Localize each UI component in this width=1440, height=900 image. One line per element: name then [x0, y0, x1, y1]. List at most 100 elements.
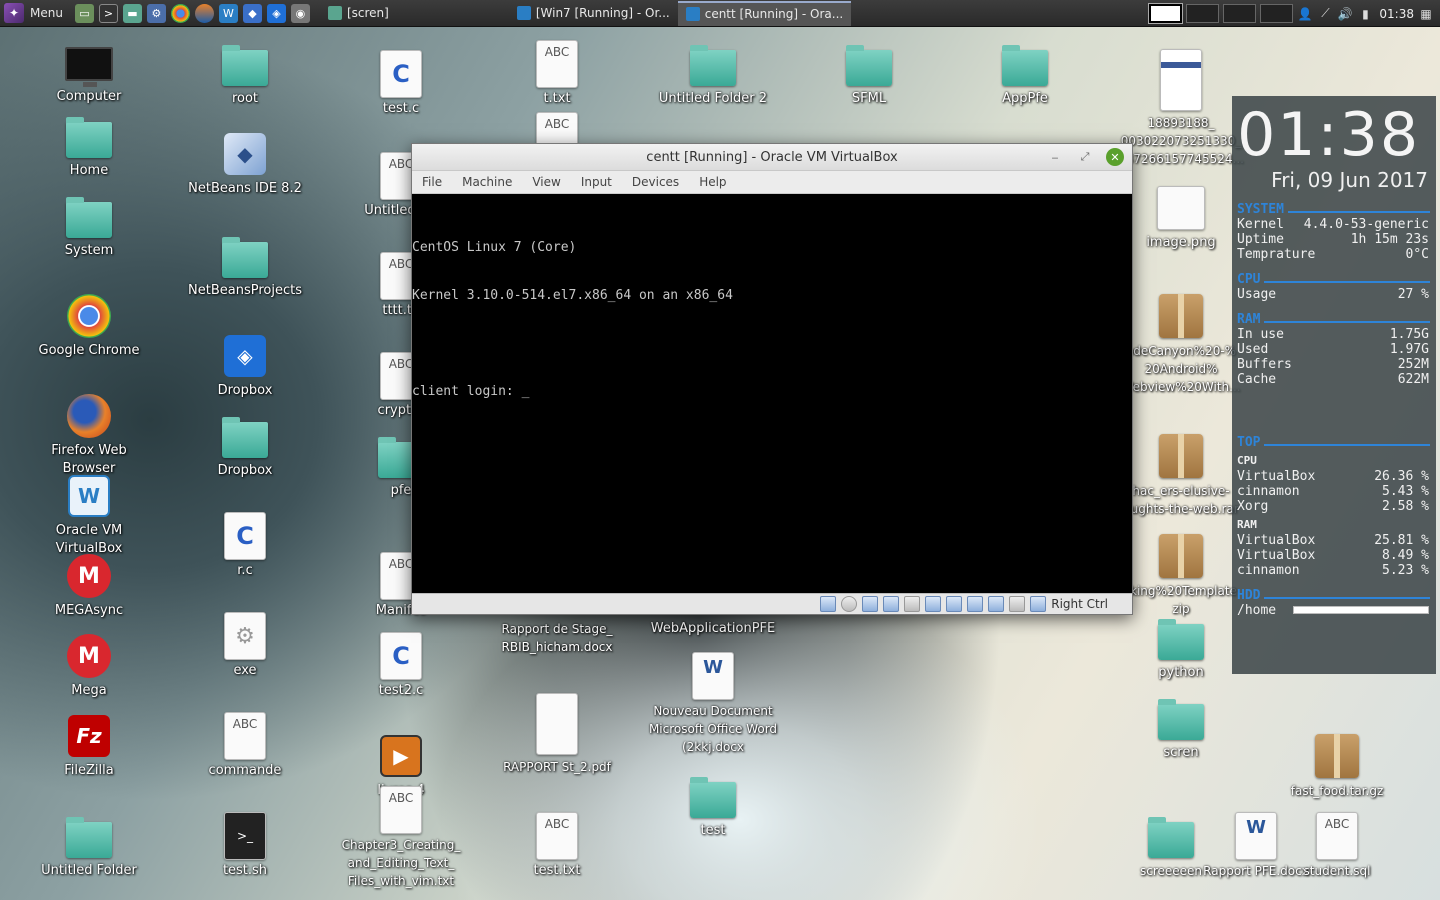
- battery-icon[interactable]: ▮: [1357, 6, 1373, 22]
- desktop-icon-exe[interactable]: ⚙ exe: [180, 612, 310, 680]
- menu-view[interactable]: View: [522, 175, 570, 189]
- desktop-icon-commande[interactable]: ABC commande: [180, 712, 310, 780]
- workspace-1[interactable]: [1148, 3, 1184, 24]
- desktop-icon-chapter3[interactable]: ABC Chapter3_Creating_ and_Editing_Text_…: [336, 786, 466, 890]
- display-icon[interactable]: [946, 596, 963, 612]
- user-icon[interactable]: 👤: [1297, 6, 1313, 22]
- vm-console[interactable]: CentOS Linux 7 (Core) Kernel 3.10.0-514.…: [412, 194, 1132, 594]
- recording-icon[interactable]: [967, 596, 984, 612]
- desktop-icon-megasync[interactable]: M MEGAsync: [24, 552, 154, 620]
- text-file-icon: ABC: [380, 786, 422, 834]
- desktop-icon-mega[interactable]: M Mega: [24, 632, 154, 700]
- desktop-icon-rc[interactable]: C r.c: [180, 512, 310, 580]
- desktop-icon-test-sh[interactable]: >_ test.sh: [180, 812, 310, 880]
- desktop-icon-netbeans-projects[interactable]: NetBeansProjects: [180, 232, 310, 300]
- dropbox-icon[interactable]: ◈: [266, 3, 286, 23]
- desktop-icon-dropbox-app[interactable]: ◈ Dropbox: [180, 332, 310, 400]
- desktop-icon-fast-food[interactable]: fast_food.tar.gz: [1282, 732, 1392, 800]
- desktop-icon-rapport-stage[interactable]: Rapport de Stage_ RBIB_hicham.docx: [492, 618, 622, 656]
- virtualbox-icon[interactable]: W: [218, 3, 238, 23]
- workspace-2[interactable]: [1186, 4, 1220, 23]
- desktop-icon-webapp[interactable]: WebApplicationPFE: [648, 618, 778, 638]
- desktop-icon-t-txt[interactable]: ABC t.txt: [492, 40, 622, 108]
- computer-icon: [65, 47, 113, 87]
- desktop-icon-scren[interactable]: scren: [1116, 694, 1246, 762]
- desktop-icon-sfml[interactable]: SFML: [804, 40, 934, 108]
- desktop-icon-system[interactable]: System: [24, 192, 154, 260]
- window-titlebar[interactable]: centt [Running] - Oracle VM VirtualBox ‒…: [412, 144, 1132, 171]
- task-scren[interactable]: [scren]: [320, 1, 397, 26]
- camera-icon[interactable]: ◉: [290, 3, 310, 23]
- desktop-icon-home[interactable]: Home: [24, 112, 154, 180]
- desktop-icon-computer[interactable]: Computer: [24, 38, 154, 106]
- archive-icon: [1315, 734, 1359, 778]
- menu-file[interactable]: File: [412, 175, 452, 189]
- desktop-icon-image-png[interactable]: image.png: [1116, 184, 1246, 252]
- conky-date: Fri, 09 Jun 2017: [1271, 168, 1428, 192]
- conky-top-cpu-row: VirtualBox 26.36 %: [1237, 469, 1429, 484]
- menu-label: Menu: [30, 6, 63, 20]
- task-centt[interactable]: centt [Running] - Ora...: [677, 0, 852, 26]
- network-icon[interactable]: ⟋: [1317, 6, 1333, 22]
- desktop-icon-root[interactable]: root: [180, 40, 310, 108]
- audio-icon[interactable]: [862, 596, 879, 612]
- files-icon[interactable]: ▬: [122, 3, 142, 23]
- task-win7[interactable]: [Win7 [Running] - Or...: [509, 1, 678, 26]
- desktop-icon-appfe[interactable]: AppPfe: [960, 40, 1090, 108]
- desktop-icon-python[interactable]: python: [1116, 614, 1246, 682]
- menu-button[interactable]: ✦ Menu: [0, 0, 71, 27]
- network-icon[interactable]: [883, 596, 900, 612]
- chrome-icon[interactable]: [170, 3, 190, 23]
- desktop-icon-test-folder[interactable]: test: [648, 772, 778, 840]
- workspace-4[interactable]: [1260, 4, 1294, 23]
- calendar-icon[interactable]: ▦: [1418, 6, 1434, 22]
- menu-help[interactable]: Help: [689, 175, 736, 189]
- folder-icon: [690, 777, 736, 818]
- desktop-icon-hackers[interactable]: hac_ers-elusive- oughts-the-web.rar: [1116, 432, 1246, 518]
- mouse-integration-icon[interactable]: [1009, 596, 1026, 612]
- usb-icon[interactable]: [904, 596, 921, 612]
- desktop-icon-test2-c[interactable]: C test2.c: [336, 632, 466, 700]
- desktop-icon-test-c[interactable]: C test.c: [336, 50, 466, 118]
- desktop-icon-untitled-folder-2[interactable]: Untitled Folder 2: [648, 40, 778, 108]
- maximize-icon[interactable]: ⤢: [1076, 148, 1094, 166]
- desktop-icon-student-sql[interactable]: ABC student.sql: [1282, 812, 1392, 880]
- console-login-prompt: client login: _: [412, 384, 530, 399]
- menu-machine[interactable]: Machine: [452, 175, 522, 189]
- desktop-icon-rapport-st2[interactable]: RAPPORT St_2.pdf: [492, 692, 622, 776]
- folder-icon: [222, 237, 268, 278]
- desktop-icon-firefox[interactable]: Firefox Web Browser: [24, 392, 154, 478]
- desktop-icon-virtualbox[interactable]: W Oracle VM VirtualBox: [24, 472, 154, 558]
- minimize-icon[interactable]: ‒: [1046, 148, 1064, 166]
- volume-icon[interactable]: 🔊: [1337, 6, 1353, 22]
- terminal-icon[interactable]: >: [98, 3, 118, 23]
- desktop-icon-filezilla[interactable]: Fz FileZilla: [24, 712, 154, 780]
- settings-icon[interactable]: ⚙: [146, 3, 166, 23]
- desktop-icon-codecanyon[interactable]: odeCanyon%20-% 20Android% Webview%20With…: [1116, 292, 1246, 396]
- conky-ram-row: Used 1.97G: [1237, 342, 1429, 357]
- panel-clock[interactable]: 01:38: [1379, 7, 1414, 21]
- desktop-icon-test-txt[interactable]: ABC test.txt: [492, 812, 622, 880]
- vt-x-icon[interactable]: [988, 596, 1005, 612]
- text-file-icon: ABC: [536, 40, 578, 88]
- menu-input[interactable]: Input: [571, 175, 622, 189]
- cube-icon[interactable]: ◆: [242, 3, 262, 23]
- keyboard-capture-icon[interactable]: [1030, 596, 1047, 612]
- show-desktop-icon[interactable]: ▭: [74, 3, 94, 23]
- hard-disk-icon[interactable]: [820, 596, 837, 612]
- close-icon[interactable]: ✕: [1106, 148, 1124, 166]
- desktop-icon-working-template[interactable]: rking%20Template zip: [1116, 532, 1246, 618]
- desktop-icon-dropbox-folder[interactable]: Dropbox: [180, 412, 310, 480]
- desktop-icon-nouveau-doc[interactable]: W Nouveau Document Microsoft Office Word…: [648, 652, 778, 756]
- shared-folder-icon[interactable]: [925, 596, 942, 612]
- desktop-icon-netbeans[interactable]: ◆ NetBeans IDE 8.2: [180, 130, 310, 198]
- desktop-icon-chrome[interactable]: Google Chrome: [24, 292, 154, 360]
- workspace-3[interactable]: [1223, 4, 1257, 23]
- folder-icon: [1158, 699, 1204, 740]
- firefox-icon[interactable]: [194, 3, 214, 23]
- desktop-icon-screenshot-file[interactable]: 18893188_ 003022073251330_ 5872661577455…: [1116, 48, 1246, 168]
- desktop-icon-untitled-folder[interactable]: Untitled Folder: [24, 812, 154, 880]
- conky-hdd-header: HDD: [1237, 588, 1430, 603]
- menu-devices[interactable]: Devices: [622, 175, 689, 189]
- optical-drive-icon[interactable]: [841, 596, 858, 612]
